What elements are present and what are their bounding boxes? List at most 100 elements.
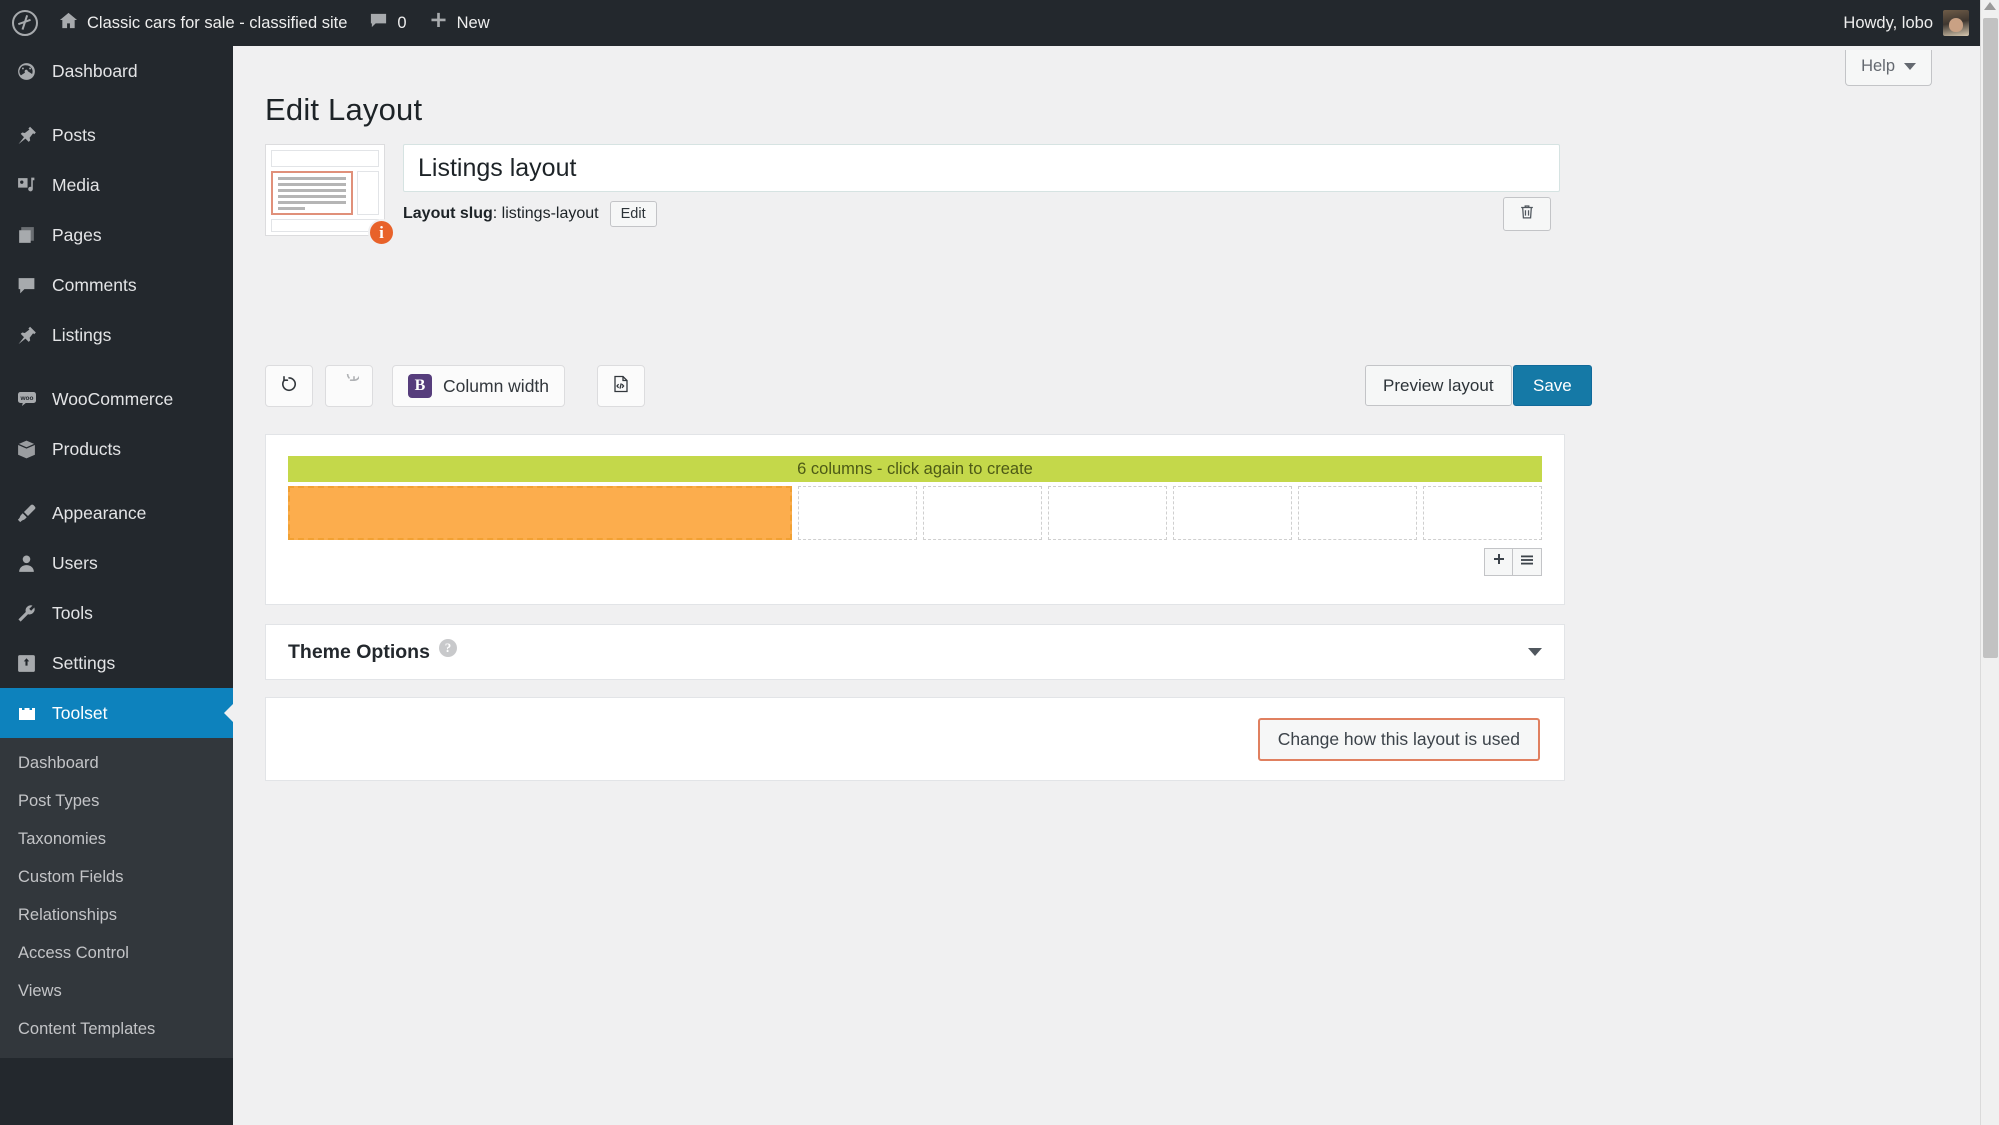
sidebar-item-tools[interactable]: Tools	[0, 588, 233, 638]
submenu-item-taxonomies[interactable]: Taxonomies	[0, 820, 233, 858]
box-icon	[14, 437, 39, 462]
thumbnail-body-region	[271, 171, 379, 215]
sidebar-item-label: Users	[52, 552, 98, 573]
custom-css-button[interactable]	[597, 365, 645, 407]
custom-css-icon	[611, 374, 631, 399]
new-content-button[interactable]: New	[418, 0, 501, 46]
submenu-item-access-control[interactable]: Access Control	[0, 934, 233, 972]
site-name-button[interactable]: Classic cars for sale - classified site	[48, 0, 358, 46]
sidebar-item-label: Media	[52, 174, 100, 195]
submenu-item-custom-fields[interactable]: Custom Fields	[0, 858, 233, 896]
sidebar-item-label: Settings	[52, 652, 116, 673]
layout-cell-empty[interactable]	[1298, 486, 1417, 540]
layout-cell-filled[interactable]	[288, 486, 792, 540]
undo-button[interactable]	[265, 365, 313, 407]
redo-button[interactable]	[325, 365, 373, 407]
info-badge-icon[interactable]: i	[368, 219, 395, 246]
layout-thumbnail[interactable]: i	[265, 144, 395, 246]
sidebar-item-media[interactable]: Media	[0, 160, 233, 210]
column-creation-hint-bar[interactable]: 6 columns - click again to create	[288, 456, 1542, 482]
row-options-button[interactable]	[1513, 548, 1542, 576]
submenu-item-dashboard[interactable]: Dashboard	[0, 744, 233, 782]
comments-button[interactable]: 0	[358, 0, 417, 46]
change-layout-usage-button[interactable]: Change how this layout is used	[1257, 717, 1540, 761]
layout-thumbnail-block[interactable]: i	[265, 144, 395, 246]
page-scrollbar[interactable]	[1980, 0, 1999, 1125]
toolset-submenu: Dashboard Post Types Taxonomies Custom F…	[0, 738, 233, 1058]
thumbnail-footer-region	[271, 219, 379, 232]
delete-layout-button[interactable]	[1503, 197, 1551, 231]
help-circle-icon[interactable]: ?	[438, 639, 457, 657]
plus-icon	[429, 11, 448, 35]
sidebar-item-toolset[interactable]: Toolset	[0, 688, 233, 738]
admin-sidebar-menu: Dashboard Posts Media Pages Comments Lis…	[0, 46, 233, 1125]
sidebar-item-settings[interactable]: Settings	[0, 638, 233, 688]
save-button[interactable]: Save	[1513, 365, 1592, 406]
thumbnail-line	[278, 207, 306, 210]
sidebar-item-label: Dashboard	[52, 60, 138, 81]
page-title: Edit Layout	[265, 92, 423, 127]
layout-name-input[interactable]	[403, 144, 1560, 192]
layout-cell-empty[interactable]	[923, 486, 1042, 540]
sidebar-item-users[interactable]: Users	[0, 538, 233, 588]
chevron-down-icon[interactable]	[1528, 648, 1542, 656]
comment-bubble-icon	[14, 273, 39, 298]
help-button[interactable]: Help	[1845, 50, 1932, 86]
sidebar-item-comments[interactable]: Comments	[0, 260, 233, 310]
edit-slug-button[interactable]: Edit	[609, 201, 657, 227]
thumbnail-line	[278, 177, 346, 180]
thumbnail-line	[278, 189, 346, 192]
theme-options-title: Theme Options	[288, 640, 430, 663]
paintbrush-icon	[14, 501, 39, 526]
sidebar-item-pages[interactable]: Pages	[0, 210, 233, 260]
bootstrap-icon: B	[408, 374, 432, 398]
theme-options-panel[interactable]: Theme Options ?	[265, 624, 1565, 680]
submenu-item-content-templates[interactable]: Content Templates	[0, 1010, 233, 1048]
wordpress-logo-button[interactable]	[0, 0, 48, 46]
thumbnail-sidebar-region	[357, 171, 379, 215]
sidebar-item-listings[interactable]: Listings	[0, 310, 233, 360]
new-label: New	[456, 13, 490, 32]
redo-icon	[339, 366, 361, 399]
column-width-button[interactable]: B Column width	[392, 365, 566, 407]
main-content-area: Help Edit Layout i Listings layout Layou…	[233, 46, 1980, 1125]
layout-editor-panel: 6 columns - click again to create	[265, 434, 1565, 605]
media-icon	[14, 173, 39, 198]
sidebar-item-posts[interactable]: Posts	[0, 110, 233, 160]
dashboard-icon	[14, 59, 39, 84]
help-label: Help	[1861, 57, 1895, 75]
layout-slug-text: Layout slug: listings-layout	[403, 205, 599, 222]
user-icon	[14, 551, 39, 576]
thumbnail-content-region	[271, 171, 353, 215]
avatar[interactable]	[1943, 10, 1969, 36]
toolset-icon	[14, 701, 39, 726]
submenu-item-views[interactable]: Views	[0, 972, 233, 1010]
row-tools-group	[1484, 548, 1542, 576]
svg-text:woo: woo	[19, 395, 33, 402]
sidebar-item-dashboard[interactable]: Dashboard	[0, 46, 233, 96]
layout-cell-empty[interactable]	[798, 486, 917, 540]
layout-cell-empty[interactable]	[1048, 486, 1167, 540]
layout-cell-empty[interactable]	[1423, 486, 1542, 540]
sidebar-item-label: WooCommerce	[52, 388, 174, 409]
thumbnail-line	[278, 195, 346, 198]
sidebar-item-label: Products	[52, 438, 122, 459]
add-row-button[interactable]	[1484, 548, 1513, 576]
wordpress-logo-icon	[12, 10, 38, 36]
submenu-item-post-types[interactable]: Post Types	[0, 782, 233, 820]
sidebar-item-appearance[interactable]: Appearance	[0, 488, 233, 538]
woo-icon: woo	[14, 387, 39, 412]
scrollbar-thumb[interactable]	[1983, 18, 1998, 658]
help-tab-wrapper: Help	[1845, 50, 1932, 86]
layout-cell-empty[interactable]	[1173, 486, 1292, 540]
preview-layout-button[interactable]: Preview layout	[1365, 365, 1512, 406]
sidebar-item-label: Pages	[52, 224, 102, 245]
howdy-label[interactable]: Howdy, lobo	[1843, 14, 1933, 33]
thumbnail-line	[278, 183, 346, 186]
comments-count: 0	[397, 13, 407, 32]
sidebar-item-products[interactable]: Products	[0, 424, 233, 474]
submenu-item-relationships[interactable]: Relationships	[0, 896, 233, 934]
layout-slug-label: Layout slug	[403, 205, 493, 222]
sidebar-item-woocommerce[interactable]: woo WooCommerce	[0, 374, 233, 424]
scroll-up-arrow-icon[interactable]	[1984, 2, 1996, 10]
